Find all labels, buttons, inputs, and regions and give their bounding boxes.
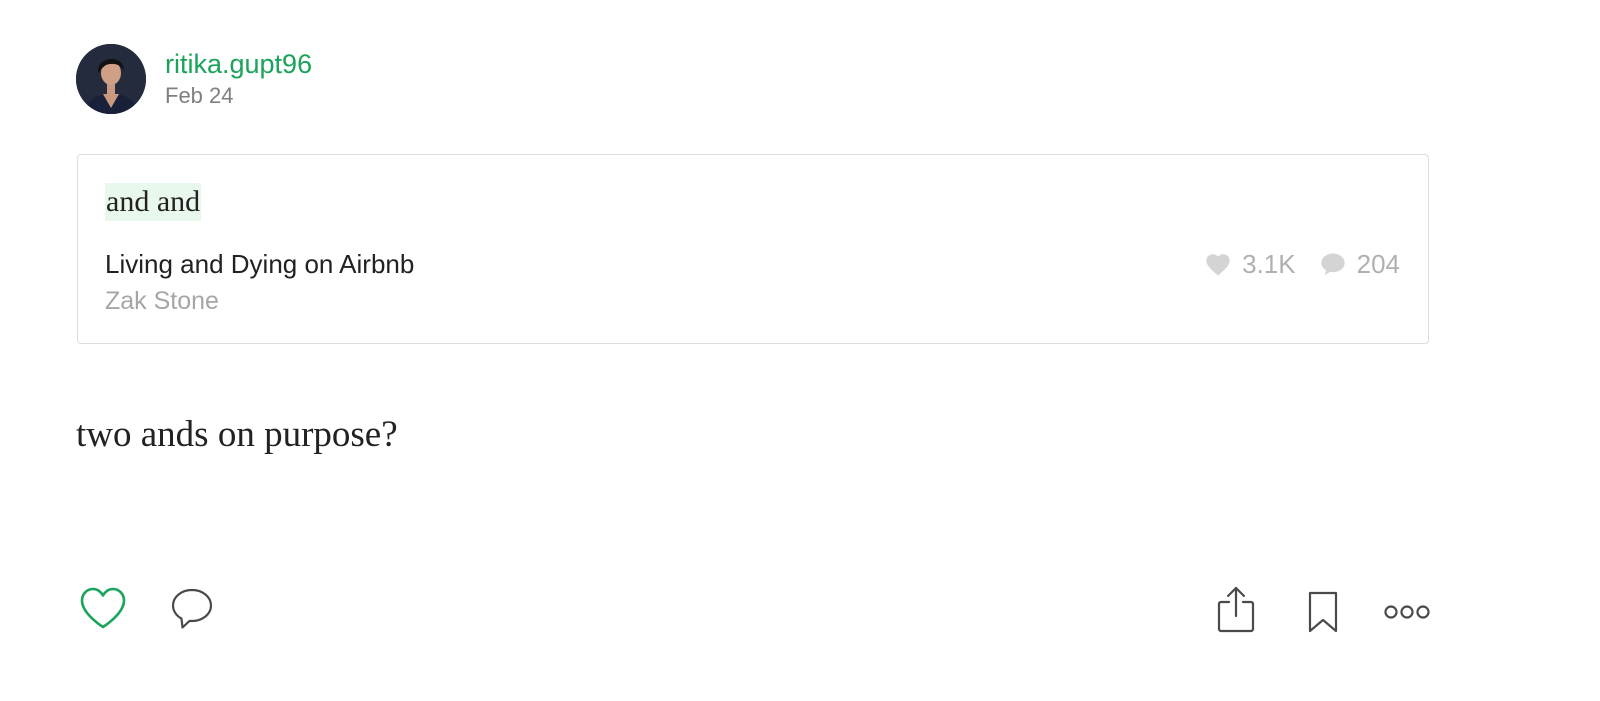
story-author[interactable]: Zak Stone: [105, 284, 219, 318]
story-title[interactable]: Living and Dying on Airbnb: [105, 247, 414, 281]
share-icon[interactable]: [1216, 585, 1256, 633]
more-icon[interactable]: [1383, 602, 1431, 622]
heart-icon[interactable]: [79, 586, 127, 630]
post-date: Feb 24: [165, 83, 234, 108]
avatar[interactable]: [76, 44, 146, 114]
author-header: ritika.gupt96 Feb 24: [76, 44, 312, 114]
response-text: two ands on purpose?: [76, 414, 398, 455]
author-name[interactable]: ritika.gupt96: [165, 47, 312, 81]
author-meta: ritika.gupt96 Feb 24: [165, 47, 312, 111]
comment-icon: [1319, 251, 1357, 277]
responses-count: 204: [1356, 249, 1400, 279]
heart-icon: [1204, 251, 1242, 277]
likes-count: 3.1K: [1242, 249, 1296, 279]
bookmark-icon[interactable]: [1306, 590, 1340, 634]
story-stats: 3.1K 204: [1204, 247, 1400, 281]
likes-stat: 3.1K: [1204, 247, 1296, 281]
highlighted-quote: and and: [105, 183, 202, 221]
responses-stat: 204: [1319, 247, 1400, 281]
comment-icon[interactable]: [170, 587, 214, 631]
quoted-story-card[interactable]: and and Living and Dying on Airbnb Zak S…: [77, 154, 1429, 344]
